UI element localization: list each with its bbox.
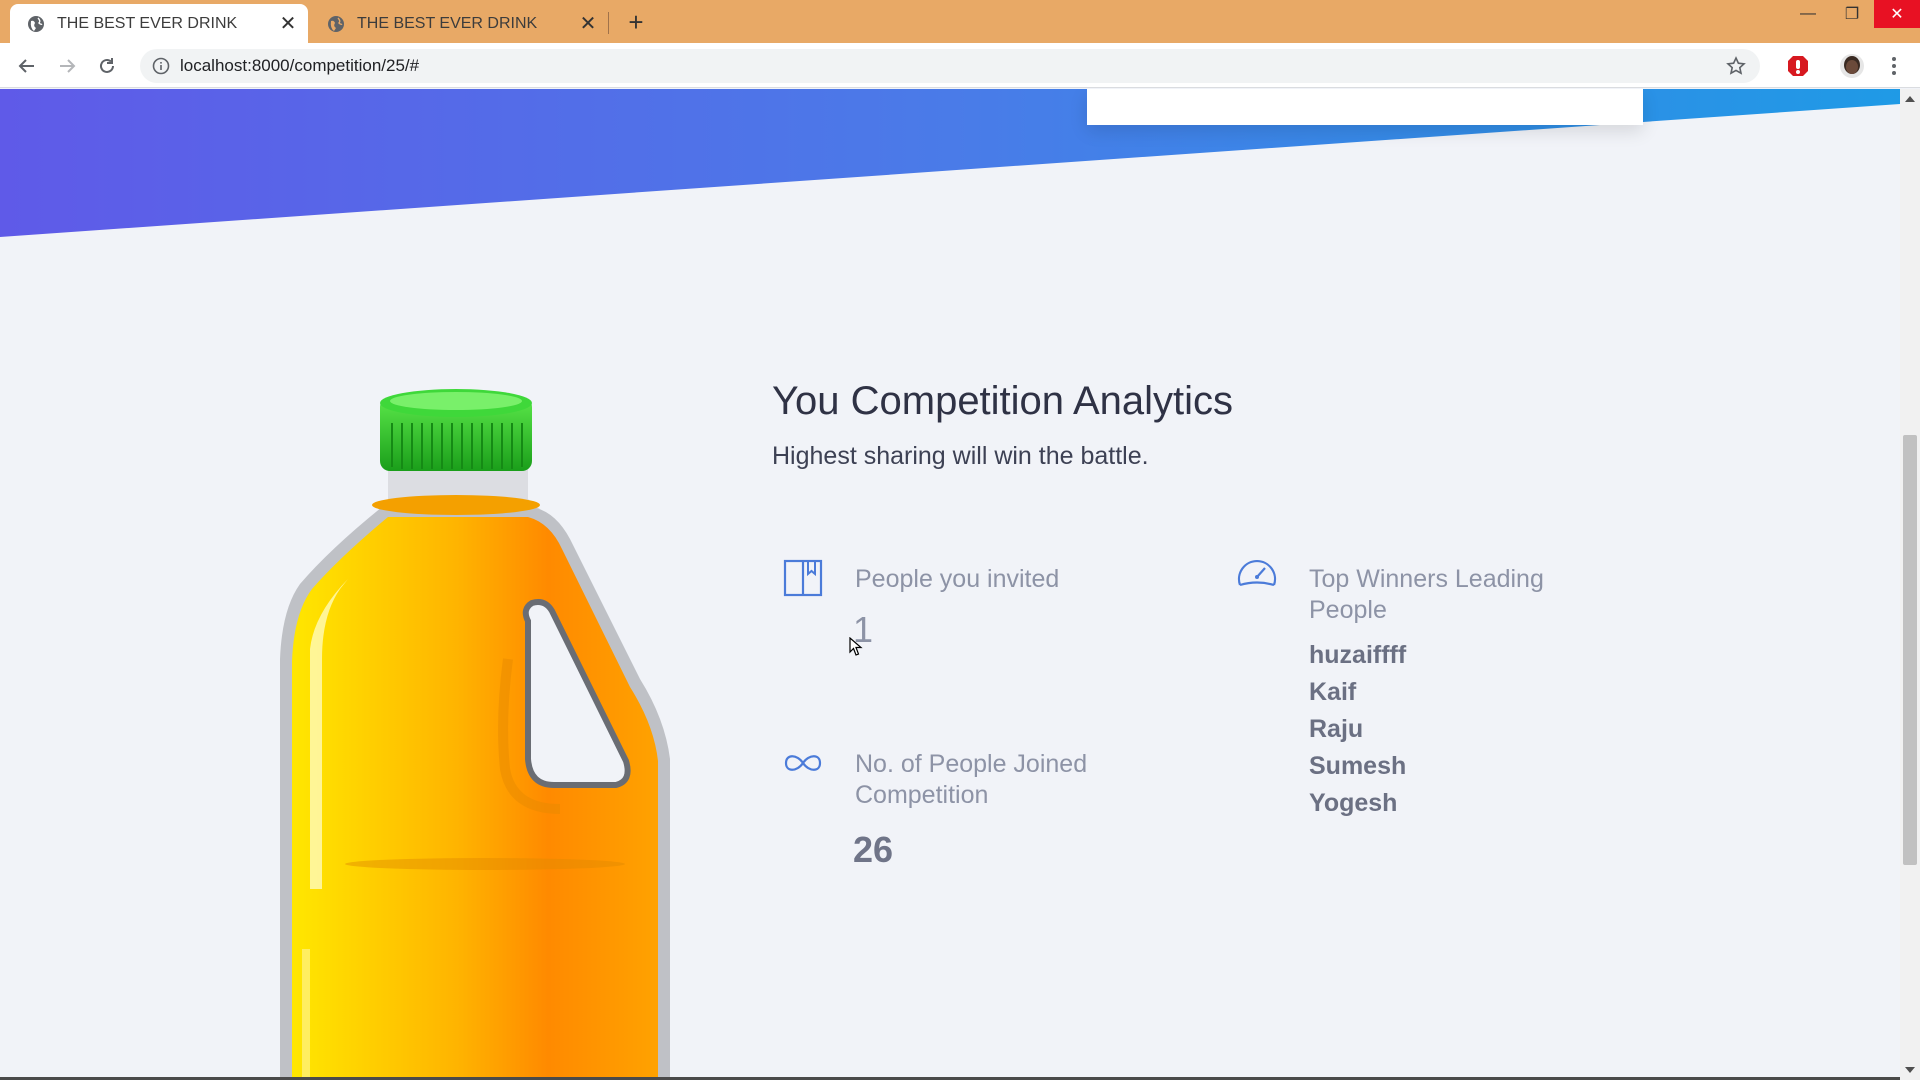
- joined-label-line2: Competition: [855, 781, 989, 809]
- header-card: [1087, 89, 1643, 125]
- winner-name: huzaiffff: [1309, 641, 1407, 669]
- page-title: You Competition Analytics: [772, 379, 1234, 423]
- new-tab-button[interactable]: +: [622, 7, 650, 37]
- tab-active[interactable]: THE BEST EVER DRINK ✕: [10, 4, 308, 43]
- back-button[interactable]: [12, 51, 42, 81]
- invited-label: People you invited: [855, 565, 1060, 593]
- minimize-button[interactable]: —: [1786, 0, 1830, 28]
- winners-list: huzaiffff Kaif Raju Sumesh Yogesh: [1309, 637, 1406, 822]
- scrollbar-thumb[interactable]: [1903, 435, 1917, 865]
- tab-inactive[interactable]: THE BEST EVER DRINK ✕: [310, 4, 608, 43]
- browser-toolbar: localhost:8000/competition/25/#: [0, 43, 1920, 88]
- tab-separator: [608, 12, 609, 34]
- arrow-right-icon: [60, 59, 76, 73]
- address-bar[interactable]: localhost:8000/competition/25/#: [140, 49, 1760, 83]
- arrow-left-icon: [18, 59, 34, 73]
- browser-titlebar: THE BEST EVER DRINK ✕ THE BEST EVER DRIN…: [0, 0, 1920, 43]
- scroll-up-arrow-icon[interactable]: [1900, 91, 1920, 107]
- window-close-button[interactable]: ✕: [1874, 0, 1920, 28]
- winner-name: Yogesh: [1309, 789, 1398, 817]
- adblock-extension-icon[interactable]: [1784, 52, 1812, 80]
- winners-label-line2: People: [1309, 596, 1387, 624]
- info-icon[interactable]: [152, 57, 170, 75]
- infinity-icon: [784, 755, 822, 771]
- winners-label: Top Winners Leading People: [1309, 564, 1639, 626]
- scroll-down-arrow-icon[interactable]: [1900, 1062, 1920, 1078]
- reload-button[interactable]: [92, 51, 122, 81]
- profile-avatar[interactable]: [1838, 52, 1866, 80]
- juice-bottle-illustration: [280, 389, 670, 1080]
- globe-icon: [327, 15, 345, 33]
- page-viewport: You Competition Analytics Highest sharin…: [0, 89, 1900, 1080]
- winner-name: Raju: [1309, 715, 1364, 743]
- winner-name: Kaif: [1309, 678, 1357, 706]
- maximize-button[interactable]: ❐: [1830, 0, 1874, 28]
- tab-title: THE BEST EVER DRINK: [357, 14, 538, 32]
- tab-title: THE BEST EVER DRINK: [57, 14, 238, 32]
- joined-value: 26: [853, 829, 894, 870]
- tab-close-icon[interactable]: ✕: [578, 13, 598, 35]
- page-subtitle: Highest sharing will win the battle.: [772, 442, 1149, 470]
- winners-label-line1: Top Winners Leading: [1309, 565, 1544, 593]
- speedometer-icon: [1237, 559, 1277, 587]
- globe-icon: [27, 15, 45, 33]
- joined-label: No. of People Joined Competition: [855, 749, 1175, 811]
- url-text[interactable]: localhost:8000/competition/25/#: [180, 56, 419, 76]
- forward-button[interactable]: [52, 51, 82, 81]
- page-scrollbar[interactable]: [1900, 89, 1920, 1080]
- joined-label-line1: No. of People Joined: [855, 750, 1088, 778]
- reload-icon: [100, 58, 114, 73]
- book-icon: [783, 559, 823, 597]
- mouse-cursor-icon: [849, 637, 863, 656]
- tab-close-icon[interactable]: ✕: [278, 13, 298, 35]
- winner-name: Sumesh: [1309, 752, 1407, 780]
- star-icon[interactable]: [1726, 56, 1746, 76]
- kebab-menu-icon[interactable]: [1880, 52, 1908, 80]
